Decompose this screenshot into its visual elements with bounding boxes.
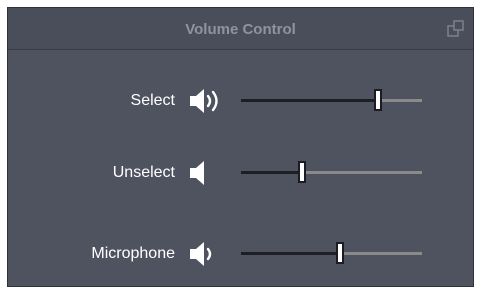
unselect-volume-slider[interactable]	[241, 158, 422, 188]
volume-row-select: Select	[8, 86, 473, 116]
volume-control-window: Volume Control Select Unselect Microphon…	[7, 7, 474, 287]
slider-fill	[241, 99, 379, 102]
slider-thumb[interactable]	[336, 242, 344, 264]
speaker-loud-icon[interactable]	[190, 88, 230, 114]
volume-row-microphone: Microphone	[8, 239, 473, 269]
unselect-label: Unselect	[112, 164, 175, 181]
slider-fill	[241, 171, 303, 174]
slider-thumb[interactable]	[374, 89, 382, 111]
slider-fill	[241, 252, 341, 255]
window-title: Volume Control	[185, 21, 296, 38]
speaker-mute-icon[interactable]	[190, 160, 230, 186]
microphone-volume-slider[interactable]	[241, 239, 422, 269]
select-volume-slider[interactable]	[241, 86, 422, 116]
microphone-label: Microphone	[91, 245, 175, 262]
popout-icon[interactable]	[447, 20, 465, 38]
speaker-medium-icon[interactable]	[190, 241, 230, 267]
volume-row-unselect: Unselect	[8, 158, 473, 188]
select-label: Select	[130, 92, 175, 109]
slider-thumb[interactable]	[298, 161, 306, 183]
title-bar: Volume Control	[8, 8, 473, 50]
